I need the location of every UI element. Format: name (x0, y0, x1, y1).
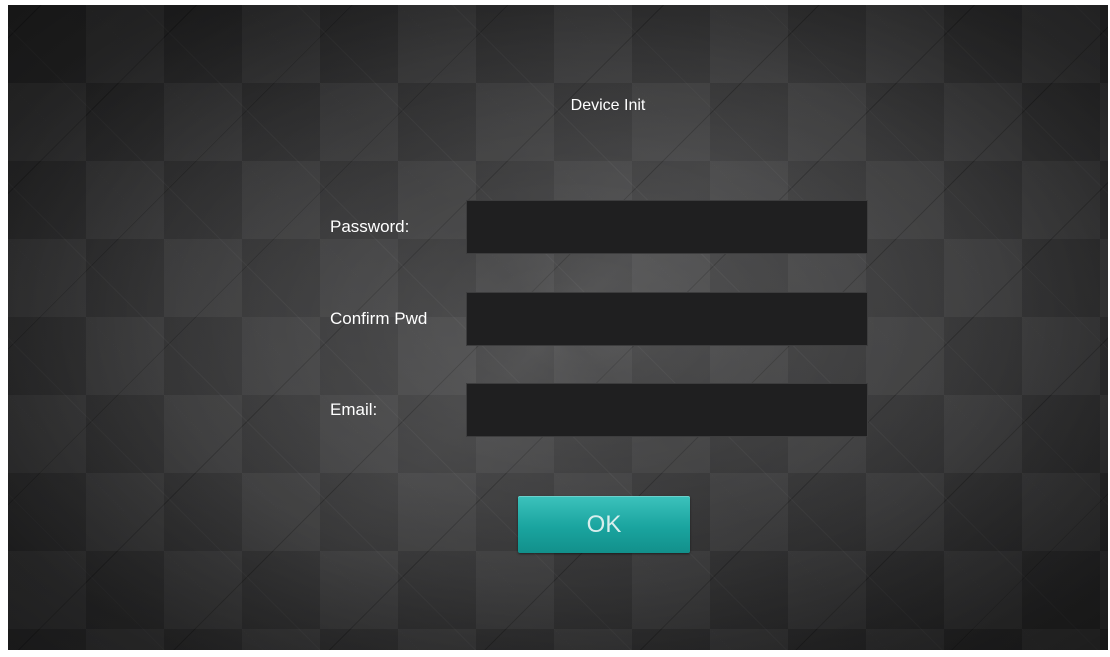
confirm-password-label: Confirm Pwd (330, 309, 428, 328)
page-title: Device Init (570, 97, 646, 114)
password-field[interactable] (466, 200, 868, 254)
confirm-password-field[interactable] (466, 292, 868, 346)
email-field[interactable] (466, 383, 868, 437)
password-label: Password: (330, 217, 410, 236)
ok-button[interactable]: OK (518, 496, 690, 553)
device-init-screen: Device Init Password: Confirm Pwd Email:… (8, 5, 1108, 650)
email-label: Email: (330, 400, 378, 419)
